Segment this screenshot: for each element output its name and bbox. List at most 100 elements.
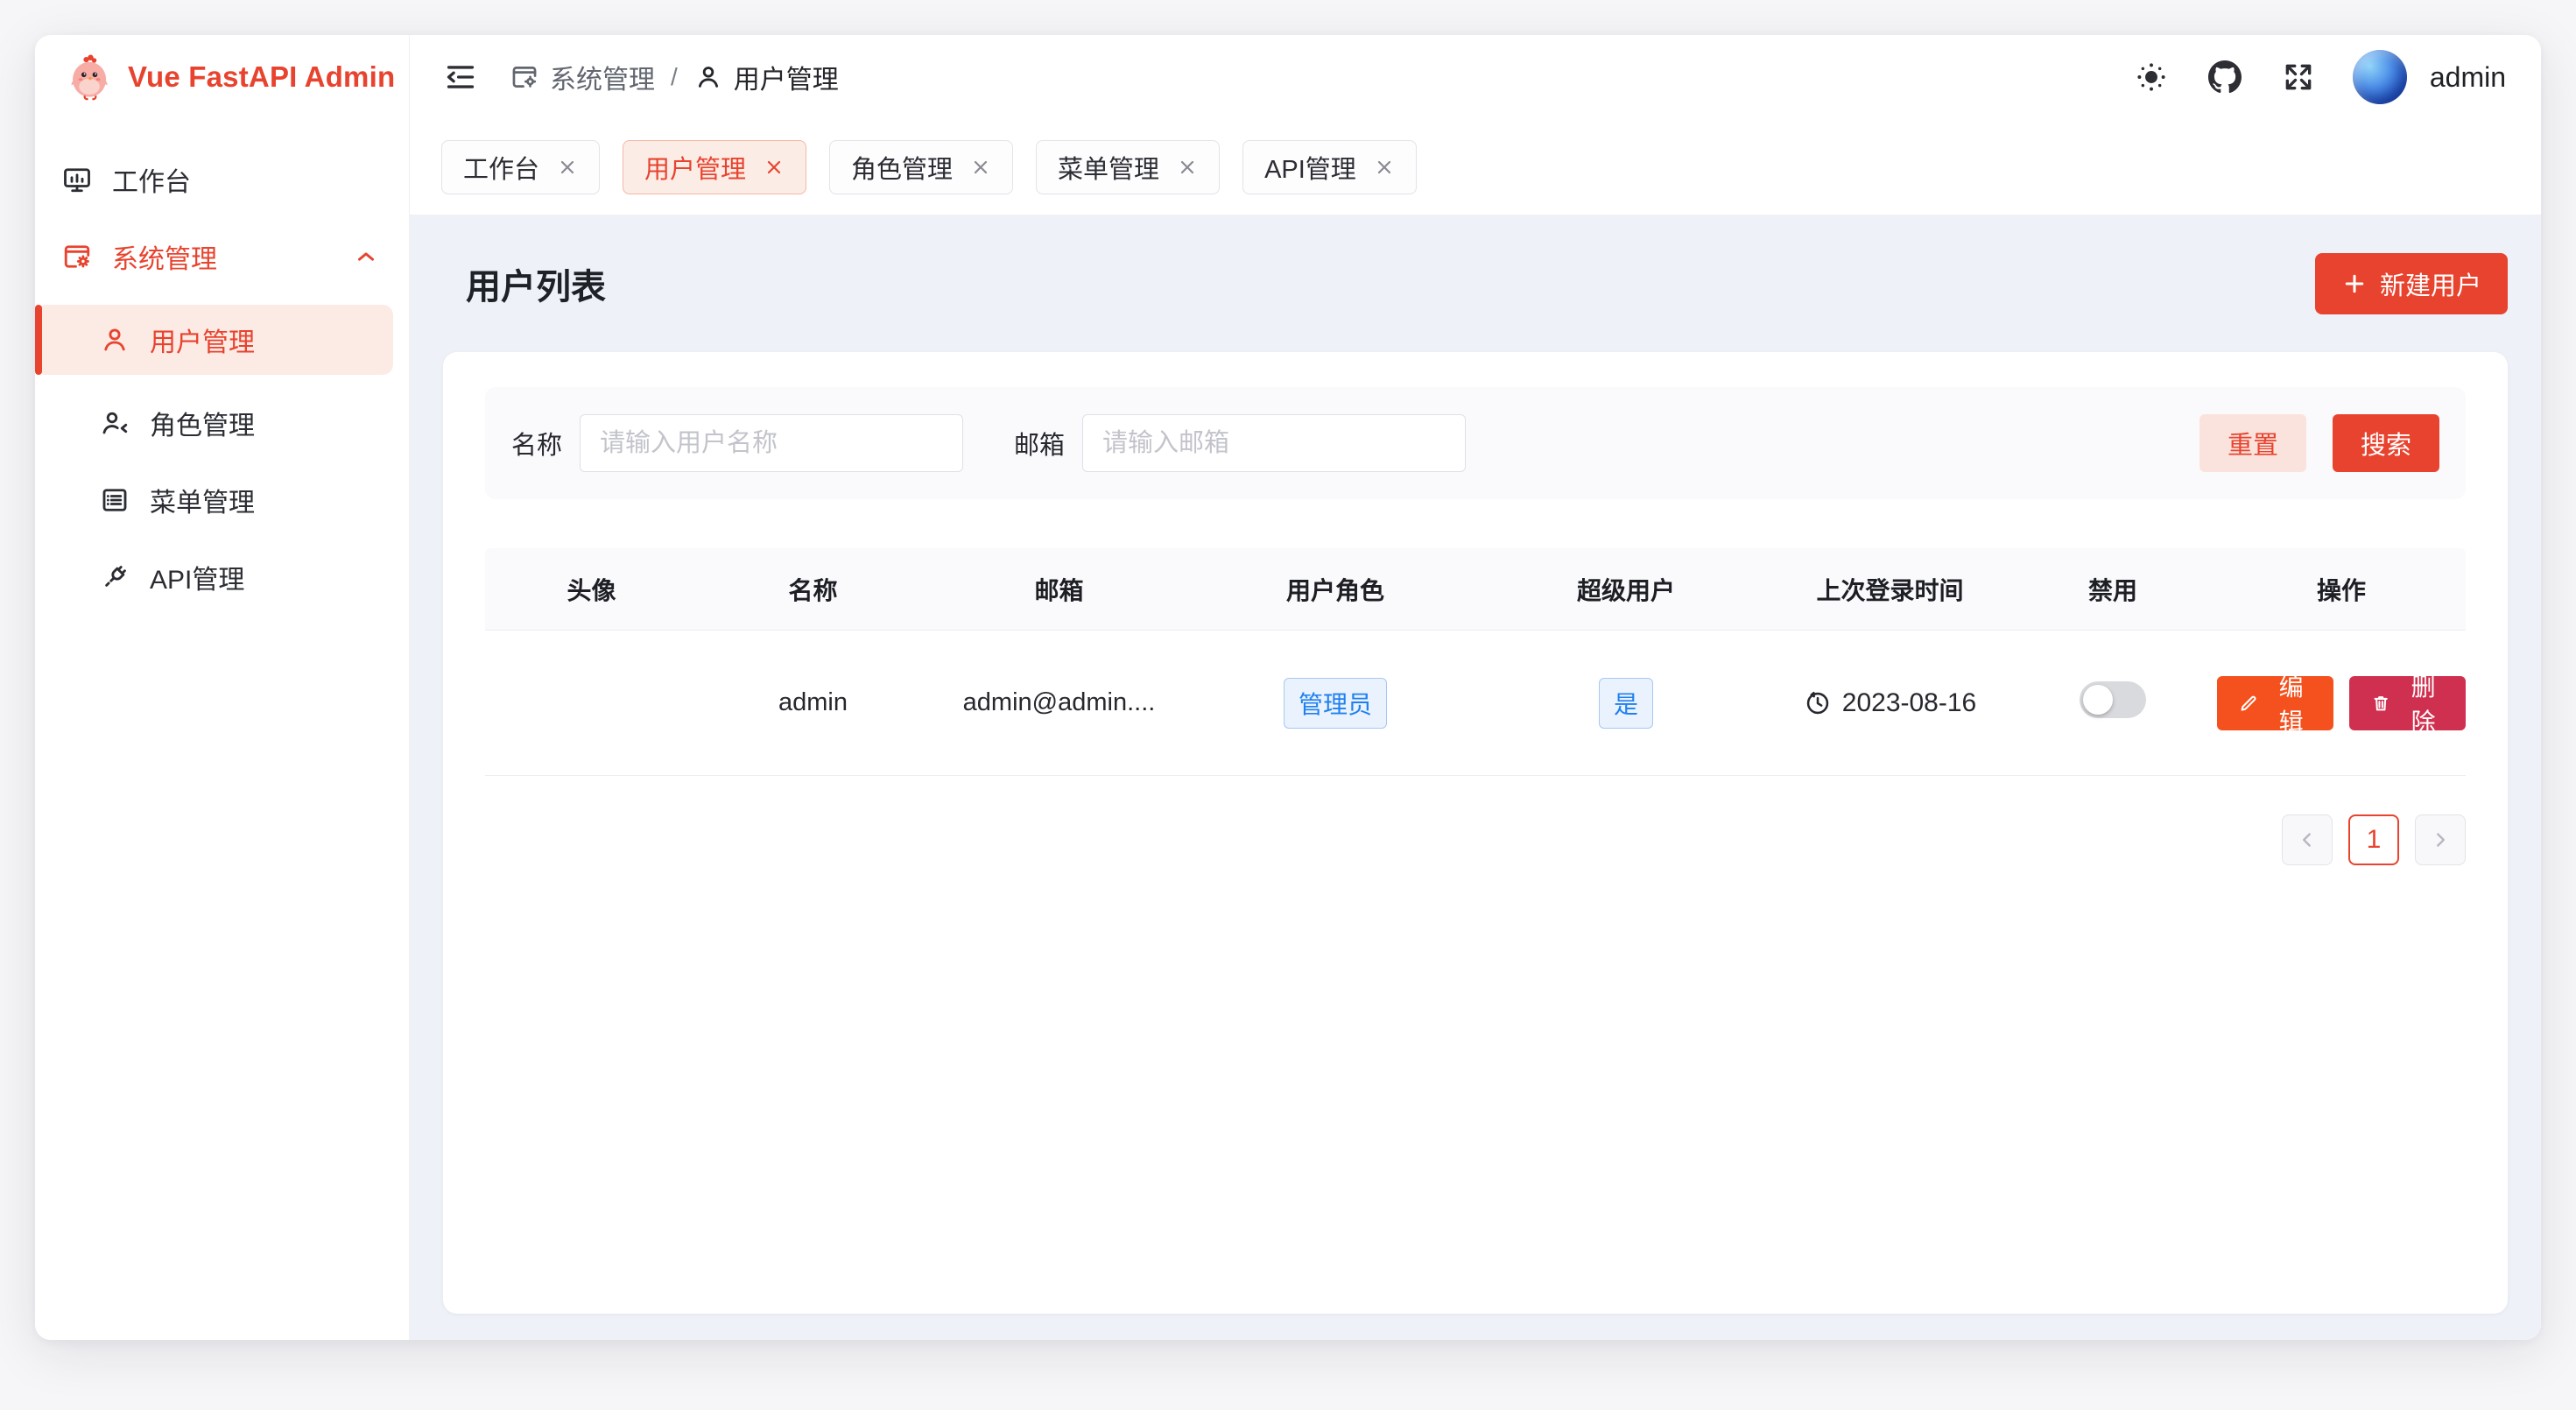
sidebar-item-label: 工作台 xyxy=(112,160,191,199)
top-bar: 系统管理 / 用户管理 xyxy=(410,35,2541,119)
trash-icon xyxy=(2370,691,2391,716)
sidebar-item-system[interactable]: 系统管理 xyxy=(35,228,402,286)
close-icon[interactable] xyxy=(1177,157,1198,178)
menu-list-icon xyxy=(99,484,130,516)
tab-bar: 工作台 用户管理 角色管理 菜单管理 API管理 xyxy=(410,119,2541,215)
col-role: 用户角色 xyxy=(1190,572,1481,607)
col-superuser: 超级用户 xyxy=(1481,572,1771,607)
system-window-gear-icon xyxy=(61,241,93,272)
delete-button-label: 删除 xyxy=(2402,668,2445,738)
table-header-row: 头像 名称 邮箱 用户角色 超级用户 上次登录时间 禁用 操作 xyxy=(485,548,2466,631)
user-icon xyxy=(99,324,130,356)
toggle-knob xyxy=(2083,685,2113,715)
sidebar-item-menus[interactable]: 菜单管理 xyxy=(35,471,402,529)
col-lastlogin: 上次登录时间 xyxy=(1771,572,2009,607)
col-email: 邮箱 xyxy=(928,572,1190,607)
theme-sun-icon[interactable] xyxy=(2132,58,2171,96)
disabled-toggle[interactable] xyxy=(2080,681,2146,718)
lastlogin-value: 2023-08-16 xyxy=(1842,688,1976,718)
page-title: 用户列表 xyxy=(466,258,606,309)
cell-actions: 编辑 删除 xyxy=(2217,676,2466,730)
page-1-button[interactable]: 1 xyxy=(2348,814,2399,865)
cell-disabled xyxy=(2009,681,2217,725)
app-window: Vue FastAPI Admin 工作台 xyxy=(35,35,2541,1340)
sidebar-item-label: 用户管理 xyxy=(150,321,255,359)
system-window-gear-icon xyxy=(510,62,539,92)
username-label[interactable]: admin xyxy=(2430,61,2506,94)
new-user-button-label: 新建用户 xyxy=(2380,265,2481,302)
sidebar-item-users[interactable]: 用户管理 xyxy=(35,305,393,375)
role-icon xyxy=(99,407,130,439)
content-card: 名称 邮箱 重置 搜索 头像 名称 邮箱 用户角色 超级用户 xyxy=(443,352,2508,1314)
app-title: Vue FastAPI Admin xyxy=(128,60,395,94)
plus-icon xyxy=(2341,271,2368,297)
breadcrumb-separator: / xyxy=(671,63,678,91)
chevron-right-icon xyxy=(2429,828,2452,851)
superuser-tag: 是 xyxy=(1599,678,1653,729)
tab-roles[interactable]: 角色管理 xyxy=(829,140,1013,194)
close-icon[interactable] xyxy=(1374,157,1395,178)
breadcrumb-label: 系统管理 xyxy=(550,58,655,96)
cell-role: 管理员 xyxy=(1190,678,1481,729)
tab-label: API管理 xyxy=(1264,149,1356,186)
page-header: 用户列表 新建用户 xyxy=(443,215,2508,352)
users-table: 头像 名称 邮箱 用户角色 超级用户 上次登录时间 禁用 操作 admin ad… xyxy=(485,548,2466,776)
prev-page-button[interactable] xyxy=(2282,814,2333,865)
tab-users[interactable]: 用户管理 xyxy=(623,140,806,194)
sidebar-menu: 工作台 系统管理 xyxy=(35,119,409,625)
close-icon[interactable] xyxy=(557,157,578,178)
tab-label: 工作台 xyxy=(463,149,539,186)
edit-button[interactable]: 编辑 xyxy=(2217,676,2333,730)
sidebar-item-label: 系统管理 xyxy=(112,237,217,276)
workbench-monitor-icon xyxy=(61,164,93,195)
edit-button-label: 编辑 xyxy=(2270,668,2312,738)
reset-button[interactable]: 重置 xyxy=(2199,414,2306,472)
close-icon[interactable] xyxy=(764,157,785,178)
card-filler xyxy=(485,865,2466,1279)
breadcrumb-item-users[interactable]: 用户管理 xyxy=(693,58,839,96)
search-button[interactable]: 搜索 xyxy=(2333,414,2439,472)
breadcrumb-label: 用户管理 xyxy=(734,58,839,96)
close-icon[interactable] xyxy=(970,157,991,178)
fullscreen-icon[interactable] xyxy=(2279,58,2318,96)
sidebar-item-label: 菜单管理 xyxy=(150,481,255,519)
new-user-button[interactable]: 新建用户 xyxy=(2315,253,2508,314)
pagination: 1 xyxy=(485,814,2466,865)
user-avatar[interactable] xyxy=(2353,50,2407,104)
tab-label: 用户管理 xyxy=(644,149,746,186)
tab-workbench[interactable]: 工作台 xyxy=(441,140,600,194)
cell-superuser: 是 xyxy=(1481,678,1771,729)
content-area: 用户列表 新建用户 名称 邮箱 重置 搜索 xyxy=(410,215,2541,1340)
app-logo[interactable]: Vue FastAPI Admin xyxy=(35,35,409,119)
sidebar-item-workbench[interactable]: 工作台 xyxy=(35,151,402,208)
cell-lastlogin: 2023-08-16 xyxy=(1771,688,2009,718)
tab-menus[interactable]: 菜单管理 xyxy=(1036,140,1220,194)
chevron-left-icon xyxy=(2296,828,2319,851)
email-input[interactable] xyxy=(1082,414,1466,472)
tab-api[interactable]: API管理 xyxy=(1242,140,1417,194)
sidebar-item-roles[interactable]: 角色管理 xyxy=(35,394,402,452)
pencil-icon xyxy=(2238,691,2259,716)
user-icon xyxy=(693,62,723,92)
cell-email: admin@admin.... xyxy=(928,688,1190,717)
tab-label: 菜单管理 xyxy=(1058,149,1159,186)
sidebar-item-label: API管理 xyxy=(150,558,244,596)
name-input[interactable] xyxy=(580,414,963,472)
delete-button[interactable]: 删除 xyxy=(2349,676,2466,730)
breadcrumb: 系统管理 / 用户管理 xyxy=(510,58,839,96)
tab-label: 角色管理 xyxy=(851,149,953,186)
next-page-button[interactable] xyxy=(2415,814,2466,865)
sidebar-collapse-icon[interactable] xyxy=(441,58,480,96)
col-name: 名称 xyxy=(698,572,928,607)
sidebar-item-api[interactable]: API管理 xyxy=(35,548,402,606)
top-actions: admin xyxy=(2132,50,2506,104)
breadcrumb-item-system[interactable]: 系统管理 xyxy=(510,58,655,96)
main-area: 系统管理 / 用户管理 xyxy=(410,35,2541,1340)
chevron-up-icon xyxy=(353,243,379,270)
col-avatar: 头像 xyxy=(485,572,698,607)
sidebar: Vue FastAPI Admin 工作台 xyxy=(35,35,410,1340)
table-row: admin admin@admin.... 管理员 是 2023-0 xyxy=(485,631,2466,776)
github-icon[interactable] xyxy=(2206,58,2244,96)
query-bar: 名称 邮箱 重置 搜索 xyxy=(485,387,2466,499)
role-tag: 管理员 xyxy=(1284,678,1387,729)
